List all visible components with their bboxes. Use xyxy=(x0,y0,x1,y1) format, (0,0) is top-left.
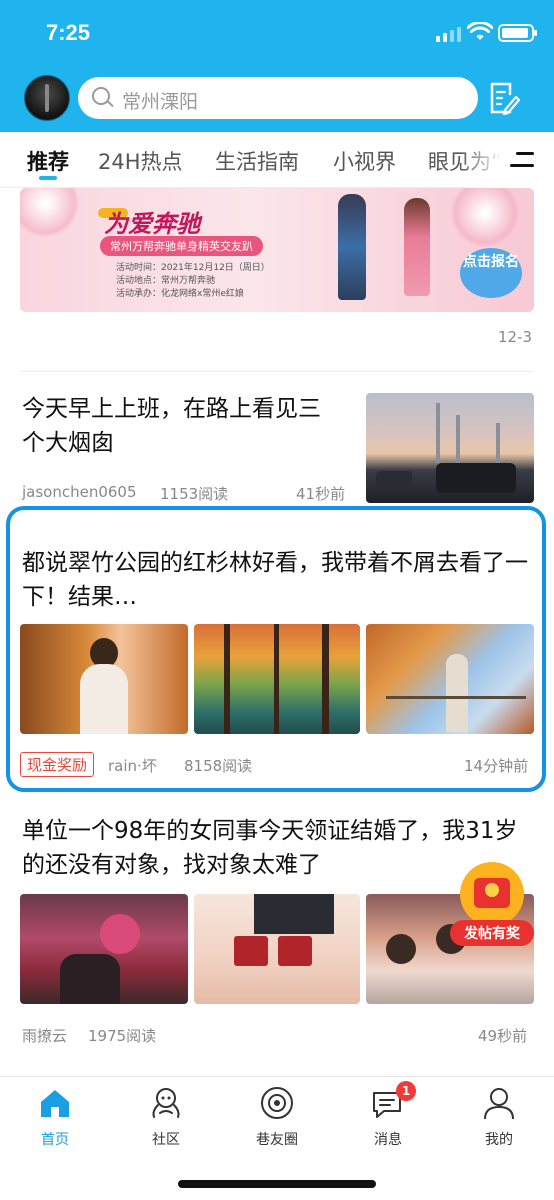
cash-reward-badge: 现金奖励 xyxy=(20,752,95,777)
banner-cta-button[interactable]: 点击报名 xyxy=(460,248,522,298)
profile-icon xyxy=(484,1088,514,1120)
tree-trunk xyxy=(224,624,230,734)
tab-menu-icon[interactable] xyxy=(510,152,534,168)
post-reward-promo[interactable]: 发帖有奖 xyxy=(444,860,540,952)
search-bar[interactable]: 常州溧阳 xyxy=(78,77,478,119)
post-author: jasonchen0605 xyxy=(22,483,137,501)
post-author: 雨撩云 xyxy=(22,1027,68,1045)
nav-community-label: 社区 xyxy=(152,1132,180,1148)
nav-profile-label: 我的 xyxy=(485,1132,513,1148)
car xyxy=(376,471,412,491)
nav-home[interactable]: 首页 xyxy=(15,1085,95,1149)
person-body xyxy=(80,664,128,734)
person-head xyxy=(386,934,416,964)
couple-illustration-woman xyxy=(404,198,430,296)
post-thumbnail xyxy=(194,624,360,734)
tab-small-vision[interactable]: 小视界 xyxy=(333,146,396,176)
post-thumbnail xyxy=(20,624,188,734)
app-header: 常州溧阳 xyxy=(0,64,554,132)
nav-circle[interactable]: 巷友圈 xyxy=(237,1085,317,1149)
post-thumbnail xyxy=(366,624,534,734)
post-reads: 1153阅读 xyxy=(160,485,229,503)
nav-home-label: 首页 xyxy=(41,1132,69,1148)
blossom-decoration xyxy=(450,188,520,248)
post-reads: 1975阅读 xyxy=(88,1027,157,1045)
home-indicator xyxy=(178,1180,376,1188)
post-reads: 8158阅读 xyxy=(184,757,253,775)
couple-illustration-man xyxy=(338,194,366,300)
banner-subtitle: 常州万帮奔驰单身精英交友趴 xyxy=(100,236,263,256)
promo-banner[interactable]: 为爱奔驰 常州万帮奔驰单身精英交友趴 活动时间：2021年12月12日（周日） … xyxy=(20,188,534,312)
search-placeholder: 常州溧阳 xyxy=(122,91,199,113)
search-icon xyxy=(92,87,110,105)
car xyxy=(436,463,516,493)
status-bar: 7:25 xyxy=(0,0,554,64)
post-thumbnail xyxy=(20,894,188,1004)
banner-title: 为爱奔驰 xyxy=(104,210,200,238)
banner-info: 活动时间：2021年12月12日（周日） 活动地点：常州万帮奔驰 活动承办：化龙… xyxy=(116,263,270,299)
blossom-decoration xyxy=(20,188,80,238)
status-time: 7:25 xyxy=(46,20,91,45)
person-body xyxy=(60,954,120,1004)
tree-trunk xyxy=(322,624,329,734)
railing xyxy=(386,696,526,699)
chimney xyxy=(456,415,460,463)
active-tab-indicator xyxy=(39,176,57,180)
message-count-badge: 1 xyxy=(396,1081,416,1101)
post-author: rain·坏 xyxy=(108,757,157,775)
promo-label: 发帖有奖 xyxy=(463,925,521,942)
suit xyxy=(254,894,334,934)
tab-24h-hot[interactable]: 24H热点 xyxy=(98,146,183,176)
flowers xyxy=(100,914,140,954)
post-thumbnail xyxy=(194,894,360,1004)
person-body xyxy=(446,654,468,732)
tab-life-guide[interactable]: 生活指南 xyxy=(215,146,299,176)
nav-messages[interactable]: 1 消息 xyxy=(348,1081,428,1149)
post-title: 今天早上上班，在路上看见三个大烟囱 xyxy=(22,396,321,456)
tab-recommend[interactable]: 推荐 xyxy=(27,146,69,176)
divider xyxy=(20,371,534,372)
tree-trunk xyxy=(274,624,279,734)
compose-icon[interactable] xyxy=(488,80,520,116)
battery-icon xyxy=(498,24,537,42)
nav-community[interactable]: 社区 xyxy=(126,1085,206,1149)
post-time: 49秒前 xyxy=(478,1027,528,1045)
user-avatar[interactable] xyxy=(24,75,70,121)
category-tabs: 推荐 24H热点 生活指南 小视界 眼见为“ xyxy=(0,132,554,188)
post-thumbnail xyxy=(366,393,534,503)
nav-profile[interactable]: 我的 xyxy=(459,1085,539,1149)
tab-fade xyxy=(460,132,554,188)
post-title: 都说翠竹公园的红杉林好看，我带着不屑去看了一下！结果… xyxy=(22,550,528,610)
nav-circle-label: 巷友圈 xyxy=(256,1132,298,1148)
wifi-icon xyxy=(467,22,493,40)
chimney xyxy=(436,403,440,463)
banner-date: 12-3 xyxy=(498,328,533,346)
chimney xyxy=(496,423,500,463)
home-icon xyxy=(41,1090,69,1117)
post-time: 14分钟前 xyxy=(464,757,529,775)
post-time: 41秒前 xyxy=(296,485,346,503)
cellular-signal-icon xyxy=(436,26,462,42)
community-icon xyxy=(152,1088,180,1118)
nav-messages-label: 消息 xyxy=(374,1132,402,1148)
circle-icon xyxy=(261,1087,293,1119)
marriage-certificate xyxy=(278,936,312,966)
marriage-certificate xyxy=(234,936,268,966)
